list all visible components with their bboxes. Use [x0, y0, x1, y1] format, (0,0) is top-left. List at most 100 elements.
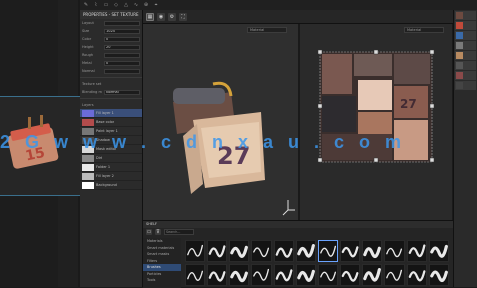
brush-thumbnail[interactable] [185, 264, 206, 286]
transform-handle[interactable] [429, 157, 435, 163]
brush-thumbnail[interactable] [251, 240, 272, 262]
transform-handle[interactable] [317, 49, 323, 55]
viewport-2d[interactable]: Material 27 [300, 24, 452, 220]
brush-thumbnail[interactable] [251, 264, 272, 286]
prop-row-texture-set: Texture set [80, 80, 142, 88]
settings-icon[interactable]: ⚙ [168, 12, 176, 21]
brush-thumbnail[interactable] [273, 264, 294, 286]
prop-field[interactable] [104, 68, 140, 74]
fullscreen-icon[interactable]: ⛶ [179, 12, 187, 21]
transform-handle[interactable] [317, 103, 323, 109]
blend-select[interactable]: Normal [104, 89, 140, 95]
prop-field[interactable]: 0 [104, 60, 140, 66]
smudge-icon[interactable]: ∿ [133, 2, 139, 8]
transform-handle[interactable] [317, 157, 323, 163]
prop-field[interactable]: 1024 [104, 28, 140, 34]
prop-row-rough: Rough [80, 51, 142, 59]
prop-row-size: Size 1024 [80, 27, 142, 35]
shelf-panel: SHELF ▭ ⊽ Search... Materials Smart mate… [143, 220, 453, 288]
brush-thumbnail[interactable] [406, 240, 427, 262]
swatch [456, 52, 463, 59]
layer-item[interactable]: Fill layer 1 [80, 109, 142, 118]
picker-icon[interactable]: ⌖ [153, 2, 159, 8]
brush-thumbnail[interactable] [384, 264, 405, 286]
brush-thumbnail[interactable] [428, 240, 449, 262]
viewport-2d-mode-select[interactable]: Material [404, 27, 444, 33]
shelf-category[interactable]: Tools [143, 277, 181, 284]
filter-icon[interactable]: ⊽ [155, 229, 161, 235]
layer-item[interactable]: Dirt [80, 154, 142, 163]
brush-icon[interactable]: ⌇ [93, 2, 99, 8]
texture-set-item[interactable] [455, 11, 476, 20]
layer-item[interactable]: Background [80, 181, 142, 190]
brush-thumbnail[interactable] [295, 240, 316, 262]
gizmo-axes[interactable] [282, 200, 295, 216]
brush-thumbnail[interactable] [207, 240, 228, 262]
texture-set-item[interactable] [455, 71, 476, 80]
folder-icon[interactable]: ▭ [146, 229, 152, 235]
eraser-icon[interactable]: ▭ [103, 2, 109, 8]
texture-set-item[interactable] [455, 21, 476, 30]
layer-item[interactable]: Fill layer 2 [80, 172, 142, 181]
brush-thumbnail[interactable] [229, 264, 250, 286]
camera-icon[interactable]: ◉ [157, 12, 165, 21]
prop-field[interactable] [104, 20, 140, 26]
viewport-3d-mode-select[interactable]: Material [247, 27, 287, 33]
prop-field[interactable] [104, 52, 140, 58]
swatch [456, 72, 463, 79]
swatch [456, 12, 463, 19]
prop-row-height: Height 20 [80, 43, 142, 51]
swatch [456, 42, 463, 49]
svg-text:27: 27 [400, 97, 417, 111]
transform-handle[interactable] [373, 49, 379, 55]
transform-handle[interactable] [429, 103, 435, 109]
shelf-search-input[interactable]: Search... [164, 229, 194, 235]
layer-name: Fill layer 1 [96, 111, 114, 115]
transform-handle[interactable] [429, 49, 435, 55]
watermark-text: 2 G w w w . c d n x a u . c o m [0, 132, 407, 152]
brush-thumbnail[interactable] [295, 264, 316, 286]
prop-field[interactable]: 0 [104, 36, 140, 42]
brush-thumbnail[interactable] [428, 264, 449, 286]
layer-item[interactable]: Base color [80, 118, 142, 127]
prop-label: Height [82, 45, 94, 49]
texture-set-item[interactable] [455, 41, 476, 50]
brush-thumbnail[interactable] [340, 264, 361, 286]
prop-label: Normal [82, 69, 95, 73]
projection-icon[interactable]: ◇ [113, 2, 119, 8]
polygon-icon[interactable]: △ [123, 2, 129, 8]
layer-name: Folder 1 [96, 165, 111, 169]
texture-set-item[interactable] [455, 51, 476, 60]
brush-thumbnail[interactable] [317, 240, 339, 262]
transform-handle[interactable] [373, 157, 379, 163]
pencil-icon[interactable]: ✎ [83, 2, 89, 8]
layer-thumb [82, 154, 94, 162]
clone-icon[interactable]: ⊕ [143, 2, 149, 8]
brush-thumbnail[interactable] [362, 240, 383, 262]
grid-icon[interactable]: ▦ [146, 12, 154, 21]
prop-field[interactable]: 20 [104, 44, 140, 50]
texture-set-label: Texture set [82, 82, 102, 86]
layer-name: Base color [96, 120, 115, 124]
brush-thumbnail[interactable] [384, 240, 405, 262]
layer-thumb [82, 163, 94, 171]
brush-thumbnail[interactable] [406, 264, 427, 286]
brush-thumbnail[interactable] [229, 240, 250, 262]
texture-set-item[interactable] [455, 61, 476, 70]
prop-label: Rough [82, 53, 94, 57]
brush-thumbnail[interactable] [185, 240, 206, 262]
brush-thumbnail[interactable] [273, 240, 294, 262]
brush-thumbnail[interactable] [207, 264, 228, 286]
brush-thumbnail[interactable] [362, 264, 383, 286]
prop-label: Metal [82, 61, 92, 65]
texture-set-item[interactable] [455, 81, 476, 90]
brush-thumbnail[interactable] [340, 240, 361, 262]
swatch [456, 22, 463, 29]
properties-header: PROPERTIES - SET TEXTURE [80, 10, 142, 19]
layer-thumb [82, 181, 94, 189]
divider [80, 98, 142, 99]
brush-thumbnail[interactable] [317, 264, 339, 286]
viewport-3d[interactable]: Material 27 [143, 24, 299, 220]
texture-set-item[interactable] [455, 31, 476, 40]
layer-item[interactable]: Folder 1 [80, 163, 142, 172]
